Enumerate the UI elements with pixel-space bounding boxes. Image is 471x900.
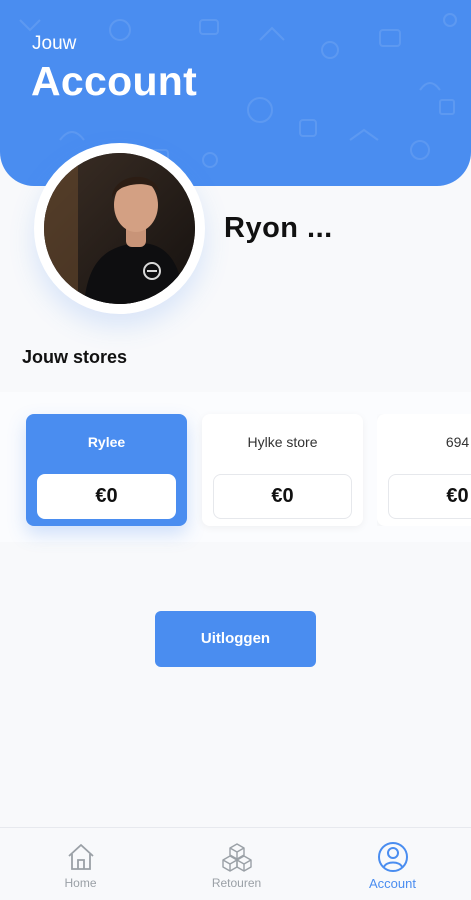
bottom-nav: Home Retouren Account — [0, 827, 471, 900]
stores-section-title: Jouw stores — [22, 347, 128, 367]
avatar-frame — [34, 143, 205, 314]
store-card-clip: 694 €0 — [377, 414, 471, 526]
header-subtitle: Jouw — [32, 33, 77, 54]
store-card-694[interactable]: 694 €0 — [377, 414, 471, 526]
profile-photo — [44, 153, 195, 304]
nav-item-account[interactable]: Account — [314, 828, 471, 900]
store-balance: €0 — [388, 474, 471, 519]
nav-item-retouren[interactable]: Retouren — [158, 828, 315, 900]
page-title: Account — [31, 58, 198, 104]
store-card-rylee[interactable]: Rylee €0 — [26, 414, 187, 526]
store-balance: €0 — [213, 474, 352, 519]
home-icon — [67, 844, 94, 870]
avatar[interactable] — [44, 153, 195, 304]
nav-label-retouren: Retouren — [211, 876, 262, 890]
nav-item-home[interactable]: Home — [2, 828, 159, 900]
store-balance: €0 — [37, 474, 176, 519]
user-name: Ryon ... — [224, 212, 333, 244]
boxes-icon — [221, 843, 252, 872]
store-card-hylke-store[interactable]: Hylke store €0 — [202, 414, 363, 526]
store-name: Rylee — [87, 434, 126, 450]
account-icon — [377, 842, 408, 872]
nav-label-account: Account — [369, 876, 416, 891]
nav-label-home: Home — [64, 876, 97, 890]
logout-button[interactable]: Uitloggen — [155, 611, 316, 667]
store-name: 694 — [445, 434, 470, 450]
store-name: Hylke store — [247, 434, 318, 450]
